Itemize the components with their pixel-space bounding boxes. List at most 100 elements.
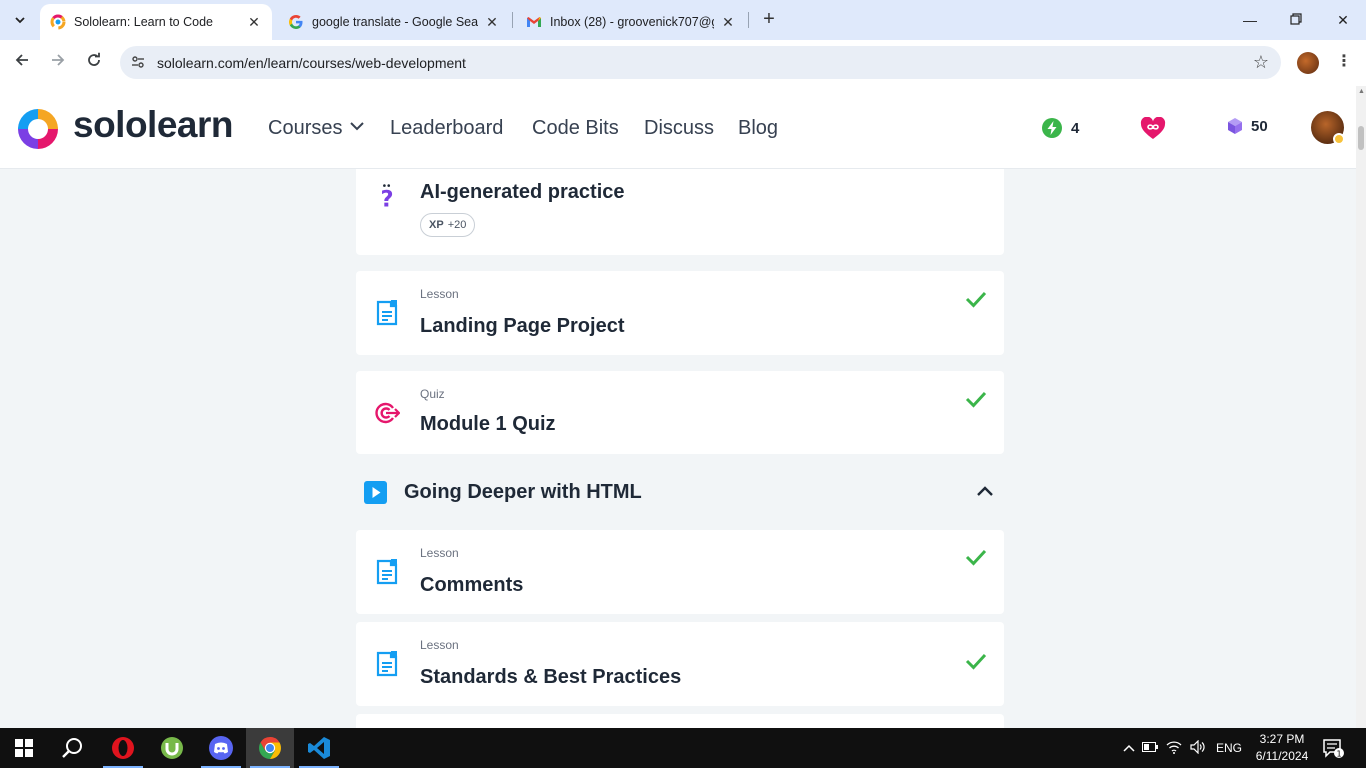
vscode-icon bbox=[308, 737, 330, 759]
gmail-favicon-icon bbox=[527, 17, 541, 27]
clock-date: 6/11/2024 bbox=[1255, 749, 1309, 763]
lesson-card[interactable]: Lesson Standards & Best Practices bbox=[356, 622, 1004, 706]
nav-courses[interactable]: Courses bbox=[268, 117, 365, 140]
bits-cube-icon bbox=[1228, 118, 1242, 134]
streak-value: 4 bbox=[1071, 119, 1080, 137]
lesson-card[interactable]: Lesson Comments bbox=[356, 530, 1004, 614]
card-title: Standards & Best Practices bbox=[420, 666, 682, 688]
module-section-header[interactable]: Going Deeper with HTML bbox=[356, 470, 1004, 514]
lesson-document-icon bbox=[376, 300, 398, 326]
forward-button[interactable] bbox=[46, 51, 70, 75]
language-indicator[interactable]: ENG bbox=[1210, 741, 1248, 755]
browser-profile-avatar[interactable] bbox=[1297, 52, 1319, 74]
taskbar-clock[interactable]: 3:27 PM 6/11/2024 bbox=[1252, 731, 1312, 765]
scroll-up-arrow-icon[interactable]: ▲ bbox=[1358, 88, 1365, 95]
system-tray: ENG bbox=[1120, 728, 1248, 768]
tab-search-button[interactable] bbox=[8, 8, 32, 32]
chevron-down-icon bbox=[350, 119, 365, 134]
volume-icon[interactable] bbox=[1186, 739, 1210, 757]
browser-toolbar: sololearn.com/en/learn/courses/web-devel… bbox=[0, 40, 1366, 86]
play-icon bbox=[364, 481, 387, 504]
tab-divider bbox=[748, 12, 749, 28]
close-tab-icon[interactable]: ✕ bbox=[720, 14, 736, 31]
ai-practice-card[interactable]: ? AI-generated practice XP +20 bbox=[356, 169, 1004, 255]
utorrent-icon bbox=[161, 737, 183, 759]
close-tab-icon[interactable]: ✕ bbox=[484, 14, 500, 31]
battery-icon[interactable] bbox=[1138, 741, 1162, 755]
discord-icon bbox=[209, 736, 233, 760]
restore-button[interactable] bbox=[1284, 8, 1308, 32]
sololearn-favicon-icon bbox=[50, 14, 66, 30]
checkmark-icon bbox=[965, 549, 987, 566]
google-favicon-icon bbox=[289, 15, 303, 29]
logo-wordmark[interactable]: sololearn bbox=[73, 104, 234, 146]
tab-title: Inbox (28) - groovenick707@gmail.com bbox=[550, 15, 714, 29]
checkmark-icon bbox=[965, 653, 987, 670]
discord-taskbar-button[interactable] bbox=[197, 728, 245, 768]
wifi-icon[interactable] bbox=[1162, 740, 1186, 757]
clock-time: 3:27 PM bbox=[1259, 732, 1305, 746]
xp-badge: XP +20 bbox=[420, 213, 476, 237]
lightning-icon bbox=[1042, 118, 1062, 138]
page-scrollbar[interactable]: ▲ bbox=[1356, 86, 1366, 728]
hearts-counter[interactable] bbox=[1140, 117, 1174, 141]
nav-discuss[interactable]: Discuss bbox=[644, 117, 714, 140]
nav-leaderboard[interactable]: Leaderboard bbox=[390, 117, 503, 140]
minimize-button[interactable]: — bbox=[1238, 8, 1262, 32]
browser-menu-icon[interactable]: ⋮ bbox=[1336, 51, 1352, 71]
streak-counter[interactable]: 4 bbox=[1041, 117, 1079, 139]
search-button[interactable] bbox=[48, 728, 96, 768]
start-button[interactable] bbox=[0, 728, 48, 768]
nav-courses-label: Courses bbox=[268, 117, 343, 139]
card-title: Landing Page Project bbox=[420, 315, 625, 337]
target-icon bbox=[375, 402, 400, 424]
card-type: Lesson bbox=[420, 638, 459, 652]
reload-button[interactable] bbox=[82, 51, 106, 75]
address-bar[interactable]: sololearn.com/en/learn/courses/web-devel… bbox=[120, 46, 1281, 79]
tab-title: google translate - Google Search bbox=[312, 15, 478, 29]
lesson-document-icon bbox=[376, 651, 398, 677]
windows-logo-icon bbox=[15, 739, 33, 757]
nav-blog[interactable]: Blog bbox=[738, 117, 778, 140]
show-hidden-icons-button[interactable] bbox=[1120, 741, 1138, 755]
xp-label: XP bbox=[429, 219, 444, 231]
card-title: Comments bbox=[420, 574, 524, 596]
notification-icon: 1 bbox=[1323, 739, 1344, 758]
sololearn-logo-icon[interactable] bbox=[15, 106, 61, 152]
close-window-button[interactable]: ✕ bbox=[1331, 8, 1355, 32]
tab-divider bbox=[512, 12, 513, 28]
lesson-card[interactable]: Lesson Landing Page Project bbox=[356, 271, 1004, 355]
opera-taskbar-button[interactable] bbox=[99, 728, 147, 768]
card-type: Quiz bbox=[420, 387, 445, 401]
tab-gmail[interactable]: Inbox (28) - groovenick707@gmail.com ✕ bbox=[516, 4, 746, 40]
chevron-up-icon[interactable] bbox=[974, 480, 996, 502]
site-header: sololearn Courses Leaderboard Code Bits … bbox=[0, 86, 1366, 169]
notification-count: 1 bbox=[1336, 749, 1341, 758]
card-title: Module 1 Quiz bbox=[420, 413, 556, 435]
nav-code-bits[interactable]: Code Bits bbox=[532, 117, 619, 140]
windows-taskbar: ENG 3:27 PM 6/11/2024 1 bbox=[0, 728, 1366, 768]
new-tab-button[interactable]: + bbox=[758, 9, 780, 31]
browser-tab-strip: Sololearn: Learn to Code ✕ google transl… bbox=[0, 0, 1366, 40]
card-type: Lesson bbox=[420, 287, 459, 301]
section-title: Going Deeper with HTML bbox=[404, 481, 642, 503]
scrollbar-thumb[interactable] bbox=[1358, 126, 1364, 150]
tab-google-translate[interactable]: google translate - Google Search ✕ bbox=[278, 4, 510, 40]
lesson-document-icon bbox=[376, 559, 398, 585]
back-button[interactable] bbox=[10, 51, 34, 75]
user-avatar[interactable] bbox=[1311, 111, 1345, 145]
tab-sololearn[interactable]: Sololearn: Learn to Code ✕ bbox=[40, 4, 272, 40]
svg-text:?: ? bbox=[380, 186, 393, 209]
vscode-taskbar-button[interactable] bbox=[295, 728, 343, 768]
url-text[interactable]: sololearn.com/en/learn/courses/web-devel… bbox=[157, 55, 466, 71]
action-center-button[interactable]: 1 bbox=[1322, 728, 1344, 768]
utorrent-taskbar-button[interactable] bbox=[148, 728, 196, 768]
chrome-taskbar-button[interactable] bbox=[246, 728, 294, 768]
close-tab-icon[interactable]: ✕ bbox=[246, 14, 262, 31]
card-title: AI-generated practice bbox=[420, 181, 625, 203]
site-info-icon[interactable] bbox=[130, 54, 146, 70]
bookmark-star-icon[interactable]: ☆ bbox=[1253, 52, 1269, 73]
bits-value: 50 bbox=[1251, 117, 1268, 135]
bits-counter[interactable]: 50 bbox=[1227, 117, 1268, 135]
quiz-card[interactable]: Quiz Module 1 Quiz bbox=[356, 371, 1004, 454]
